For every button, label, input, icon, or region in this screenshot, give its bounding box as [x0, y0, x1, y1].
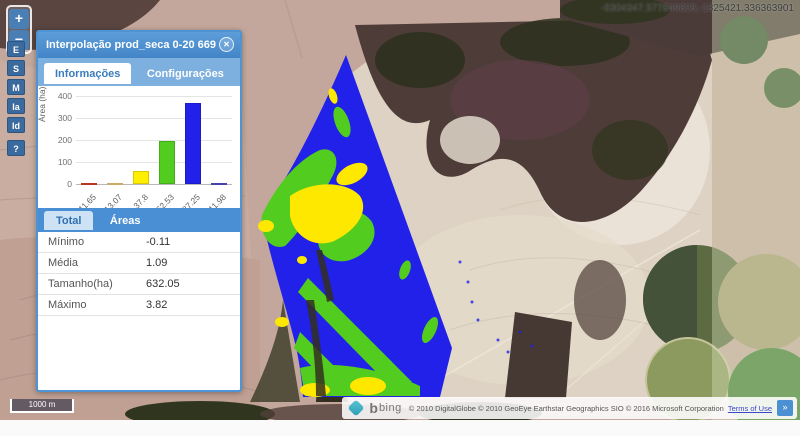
stat-label: Média — [38, 253, 146, 273]
chart-y-tick: 400 — [44, 91, 72, 101]
tool-button-e[interactable]: E — [7, 41, 25, 57]
chart-bar — [211, 183, 227, 185]
chart-bar — [107, 183, 123, 185]
bing-diamond-icon — [348, 400, 365, 417]
tool-button-s[interactable]: S — [7, 60, 25, 76]
app-window: -5304347.577849806,-1825421.336363901 + … — [0, 0, 800, 436]
table-row: Máximo 3.82 — [38, 295, 240, 316]
table-row: Tamanho(ha) 632.05 — [38, 274, 240, 295]
close-icon[interactable]: ✕ — [219, 37, 234, 52]
table-row: Média 1.09 — [38, 253, 240, 274]
chart-y-tick: 200 — [44, 135, 72, 145]
attribution-expand-button[interactable]: » — [777, 400, 793, 416]
cursor-coordinates: -5304347.577849806,-1825421.336363901 — [601, 3, 794, 14]
attribution-bar: b bing © 2010 DigitalGlobe © 2010 GeoEye… — [342, 397, 797, 419]
panel-title: Interpolação prod_seca 0-20 669 — [46, 39, 216, 51]
interpolation-panel: Interpolação prod_seca 0-20 669 ✕ Inform… — [36, 30, 242, 392]
chart-y-tick: 100 — [44, 157, 72, 167]
stat-value: 1.09 — [146, 253, 167, 273]
stats-table: Mínimo -0.11 Média 1.09 Tamanho(ha) 632.… — [38, 232, 240, 316]
chart-bar — [185, 103, 201, 184]
tab-total[interactable]: Total — [44, 211, 93, 230]
chart-bar — [159, 141, 175, 184]
tool-button-help[interactable]: ? — [7, 140, 25, 156]
area-bar-chart: Área (ha) 0100200300400-11.6513.0737.862… — [38, 88, 236, 208]
table-row: Mínimo -0.11 — [38, 232, 240, 253]
bing-logo-icon: b — [369, 400, 378, 416]
map-scale-bar: 1000 m — [10, 399, 74, 413]
map-tile-overlay — [712, 0, 800, 420]
stat-label: Tamanho(ha) — [38, 274, 146, 294]
chart-bar — [81, 183, 97, 185]
stat-label: Mínimo — [38, 232, 146, 252]
stat-value: -0.11 — [146, 232, 170, 252]
tool-button-m[interactable]: M — [7, 79, 25, 95]
chart-y-tick: 300 — [44, 113, 72, 123]
chart-gridline — [76, 118, 232, 119]
chart-bar — [133, 171, 149, 184]
stat-value: 3.82 — [146, 295, 167, 315]
tab-areas[interactable]: Áreas — [98, 211, 153, 230]
chart-gridline — [76, 96, 232, 97]
panel-tab-bar: Informações Configurações — [38, 58, 240, 86]
tab-informacoes[interactable]: Informações — [44, 63, 131, 84]
chart-y-tick: 0 — [44, 179, 72, 189]
stat-label: Máximo — [38, 295, 146, 315]
bing-logo-text: bing — [379, 402, 402, 414]
tab-configuracoes[interactable]: Configurações — [136, 63, 235, 84]
panel-header[interactable]: Interpolação prod_seca 0-20 669 ✕ — [38, 32, 240, 58]
copyright-text: © 2010 DigitalGlobe © 2010 GeoEye Earths… — [409, 404, 724, 413]
chart-gridline — [76, 162, 232, 163]
tool-button-ia[interactable]: Ia — [7, 98, 25, 114]
chart-gridline — [76, 184, 232, 185]
terms-of-use-link[interactable]: Terms of Use — [728, 404, 772, 413]
stat-value: 632.05 — [146, 274, 180, 294]
stats-tab-bar: Total Áreas — [38, 208, 240, 232]
tool-button-id[interactable]: Id — [7, 117, 25, 133]
chart-gridline — [76, 140, 232, 141]
zoom-in-button[interactable]: + — [9, 9, 29, 29]
